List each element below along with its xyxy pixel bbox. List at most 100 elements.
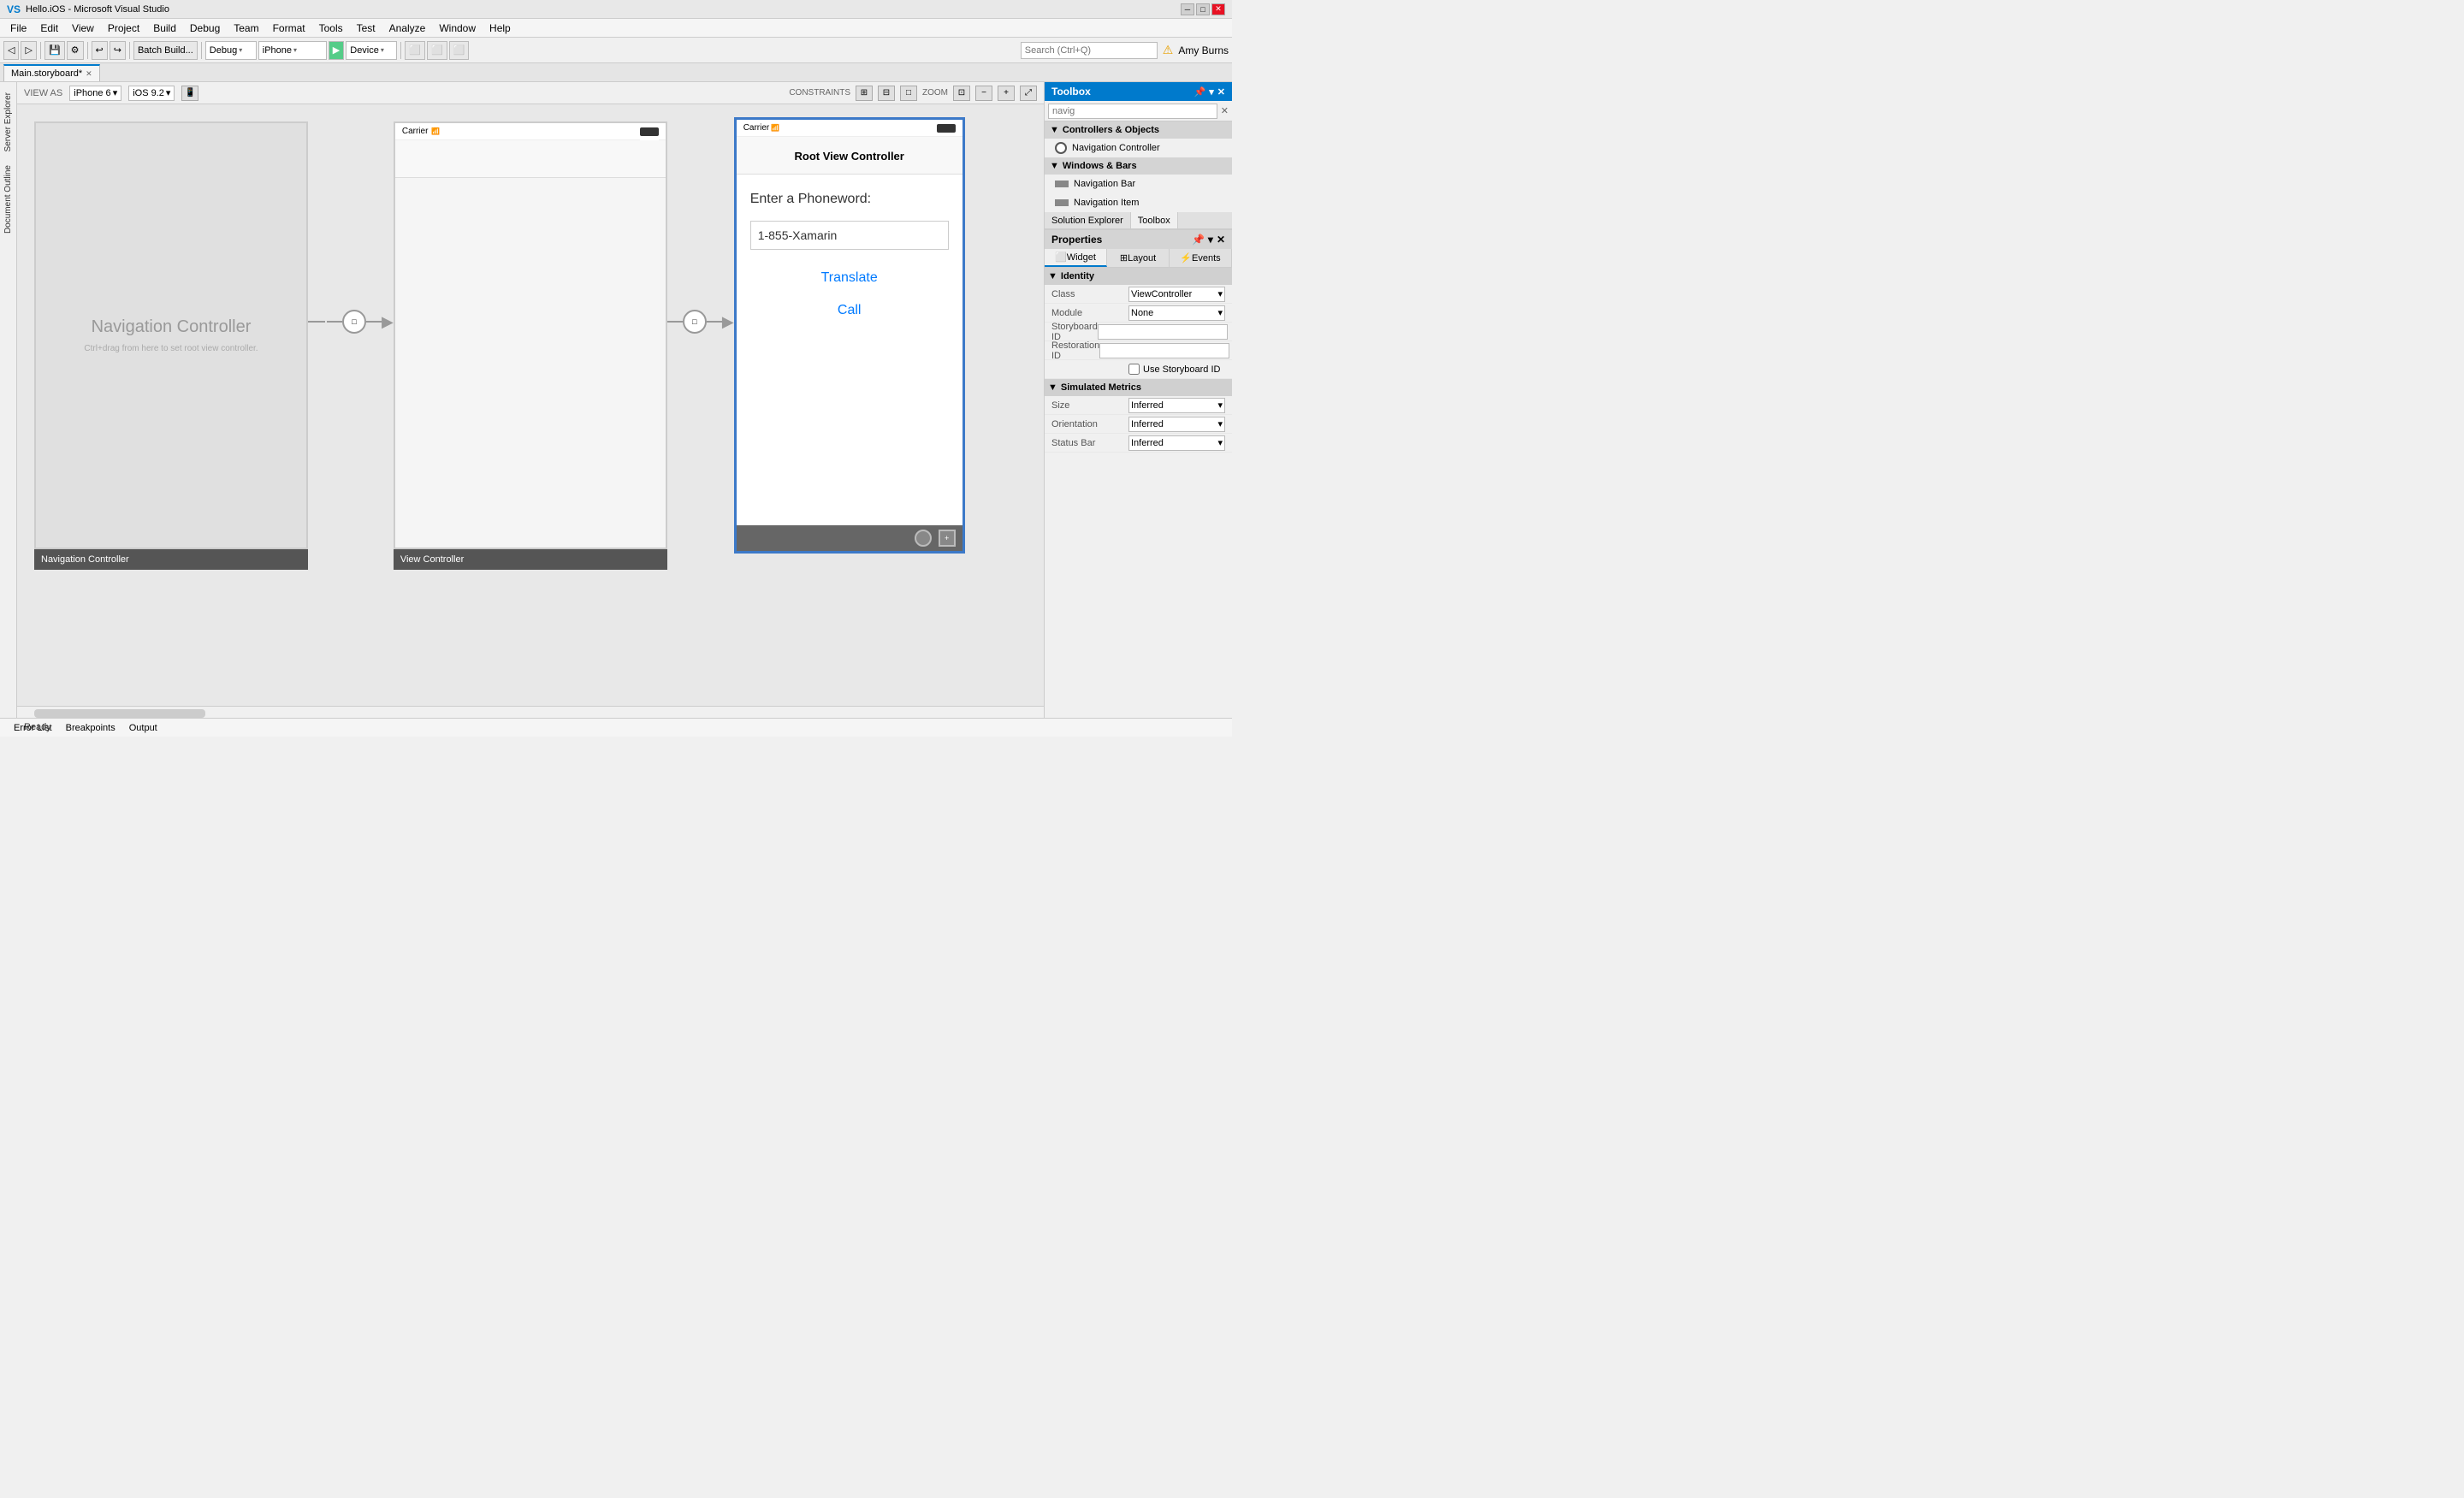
orientation-dropdown[interactable]: Inferred ▾ (1128, 417, 1225, 432)
phoneword-input[interactable] (750, 221, 949, 250)
menu-edit[interactable]: Edit (33, 21, 65, 36)
toolbar-misc-3[interactable]: ⬜ (449, 41, 470, 60)
menu-window[interactable]: Window (432, 21, 483, 36)
zoom-out-btn[interactable]: − (975, 86, 992, 101)
identity-section-header[interactable]: ▼ Identity (1045, 268, 1232, 285)
run-device-dropdown[interactable]: Device ▾ (346, 41, 397, 60)
constraints-btn-1[interactable]: ⊞ (856, 86, 873, 101)
solution-explorer-tab[interactable]: Solution Explorer (1045, 212, 1131, 228)
toolbar-misc-1[interactable]: ⬜ (405, 41, 425, 60)
use-storyboard-id-checkbox[interactable] (1128, 364, 1140, 375)
document-outline-btn[interactable]: Document Outline (2, 158, 15, 240)
tab-close-button[interactable]: ✕ (86, 69, 92, 79)
toolbox-title: Toolbox (1051, 86, 1091, 98)
close-button[interactable]: ✕ (1211, 3, 1225, 15)
class-dropdown[interactable]: ViewController ▾ (1128, 287, 1225, 302)
storyboard-id-row: Storyboard ID (1045, 323, 1232, 341)
toolbar-save-all-button[interactable]: ⚙ (67, 41, 84, 60)
toolbox-tab[interactable]: Toolbox (1131, 212, 1178, 228)
sol-toolbox-tabs: Solution Explorer Toolbox (1045, 212, 1232, 229)
h-scrollbar[interactable] (17, 706, 1044, 718)
storyboard-id-input[interactable] (1098, 324, 1228, 340)
toolbox-dropdown-btn[interactable]: ▾ (1209, 86, 1214, 98)
breakpoints-tab[interactable]: Breakpoints (59, 719, 122, 737)
menu-tools[interactable]: Tools (312, 21, 350, 36)
toolbox-item-nav-bar[interactable]: Navigation Bar (1045, 175, 1232, 193)
toolbox-close-btn[interactable]: ✕ (1217, 86, 1225, 98)
menu-test[interactable]: Test (350, 21, 382, 36)
toolbox-pin-btn[interactable]: 📌 (1194, 86, 1206, 98)
run-device-arrow: ▾ (381, 46, 384, 54)
search-input[interactable] (1021, 42, 1158, 59)
menu-help[interactable]: Help (483, 21, 518, 36)
iphone-model-dropdown[interactable]: iPhone 6 ▾ (69, 86, 121, 101)
debug-config-arrow: ▾ (239, 46, 242, 54)
debug-config-dropdown[interactable]: Debug ▾ (205, 41, 257, 60)
widget-tab[interactable]: ⬜ Widget (1045, 249, 1107, 267)
server-explorer-btn[interactable]: Server Explorer (2, 86, 15, 158)
size-dropdown[interactable]: Inferred ▾ (1128, 398, 1225, 413)
toolbox-search-input[interactable] (1048, 104, 1217, 119)
call-button[interactable]: Call (750, 303, 949, 318)
left-sidebar: Server Explorer Document Outline (0, 82, 17, 718)
menu-build[interactable]: Build (146, 21, 183, 36)
zoom-in-btn[interactable]: + (998, 86, 1015, 101)
menu-format[interactable]: Format (266, 21, 312, 36)
simulated-collapse-icon: ▼ (1048, 382, 1057, 393)
canvas-right: CONSTRAINTS ⊞ ⊟ □ ZOOM ⊡ − + ⤢ (789, 86, 1037, 101)
toolbar-misc-2[interactable]: ⬜ (427, 41, 447, 60)
title-bar: VS Hello.iOS - Microsoft Visual Studio ─… (0, 0, 1232, 19)
module-dropdown[interactable]: None ▾ (1128, 305, 1225, 321)
controllers-section-header[interactable]: ▼ Controllers & Objects (1045, 121, 1232, 139)
size-dropdown-arrow: ▾ (1217, 400, 1223, 411)
zoom-expand-btn[interactable]: ⤢ (1020, 86, 1037, 101)
simulated-metrics-header[interactable]: ▼ Simulated Metrics (1045, 379, 1232, 396)
status-bar-dropdown-arrow: ▾ (1217, 437, 1223, 448)
toolbar-back-button[interactable]: ◁ (3, 41, 19, 60)
run-button[interactable]: ▶ (329, 41, 344, 60)
nav-controller-label: Navigation Controller (34, 549, 308, 570)
translate-button[interactable]: Translate (750, 270, 949, 286)
device-dropdown[interactable]: iPhone ▾ (258, 41, 327, 60)
constraints-btn-2[interactable]: ⊟ (878, 86, 895, 101)
tab-main-storyboard[interactable]: Main.storyboard* ✕ (3, 64, 100, 81)
menu-file[interactable]: File (3, 21, 33, 36)
maximize-button[interactable]: □ (1196, 3, 1210, 15)
canvas-phone-icon[interactable]: 📱 (181, 86, 198, 101)
windows-section-header[interactable]: ▼ Windows & Bars (1045, 157, 1232, 175)
toolbar-redo-button[interactable]: ↪ (110, 41, 126, 60)
toolbar-save-button[interactable]: 💾 (44, 41, 65, 60)
constraints-btn-3[interactable]: □ (900, 86, 917, 101)
events-tab[interactable]: ⚡ Events (1170, 249, 1232, 267)
toolbox-clear-btn[interactable]: ✕ (1221, 105, 1229, 116)
properties-pin-btn[interactable]: 📌 (1192, 234, 1205, 246)
toolbar: ◁ ▷ 💾 ⚙ ↩ ↪ Batch Build... Debug ▾ iPhon… (0, 38, 1232, 63)
output-tab[interactable]: Output (122, 719, 164, 737)
menu-debug[interactable]: Debug (183, 21, 227, 36)
menu-project[interactable]: Project (101, 21, 146, 36)
vc-nav-bar (395, 140, 666, 178)
status-bar: Error List Breakpoints Output Ready (0, 718, 1232, 737)
toolbar-forward-button[interactable]: ▷ (21, 41, 36, 60)
h-scroll-thumb[interactable] (34, 709, 205, 718)
menu-view[interactable]: View (65, 21, 101, 36)
canvas-area[interactable]: Navigation Controller Ctrl+drag from her… (17, 104, 1044, 718)
batch-build-button[interactable]: Batch Build... (133, 41, 198, 60)
toolbox-item-nav-item[interactable]: Navigation Item (1045, 193, 1232, 212)
ios-version-dropdown[interactable]: iOS 9.2 ▾ (128, 86, 175, 101)
properties-dropdown-btn[interactable]: ▾ (1208, 234, 1213, 246)
menu-analyze[interactable]: Analyze (382, 21, 433, 36)
toolbox-section-controllers: ▼ Controllers & Objects Navigation Contr… (1045, 121, 1232, 157)
menu-bar: File Edit View Project Build Debug Team … (0, 19, 1232, 38)
properties-close-btn[interactable]: ✕ (1217, 234, 1225, 246)
menu-team[interactable]: Team (227, 21, 265, 36)
zoom-fit-btn[interactable]: ⊡ (953, 86, 970, 101)
restoration-id-input[interactable] (1099, 343, 1229, 358)
status-bar-dropdown[interactable]: Inferred ▾ (1128, 435, 1225, 451)
layout-tab[interactable]: ⊞ Layout (1107, 249, 1170, 267)
nav-controller-container: Navigation Controller Ctrl+drag from her… (34, 121, 308, 570)
toolbar-undo-button[interactable]: ↩ (92, 41, 108, 60)
minimize-button[interactable]: ─ (1181, 3, 1194, 15)
tab-bar: Main.storyboard* ✕ (0, 63, 1232, 82)
toolbox-item-nav-controller[interactable]: Navigation Controller (1045, 139, 1232, 157)
